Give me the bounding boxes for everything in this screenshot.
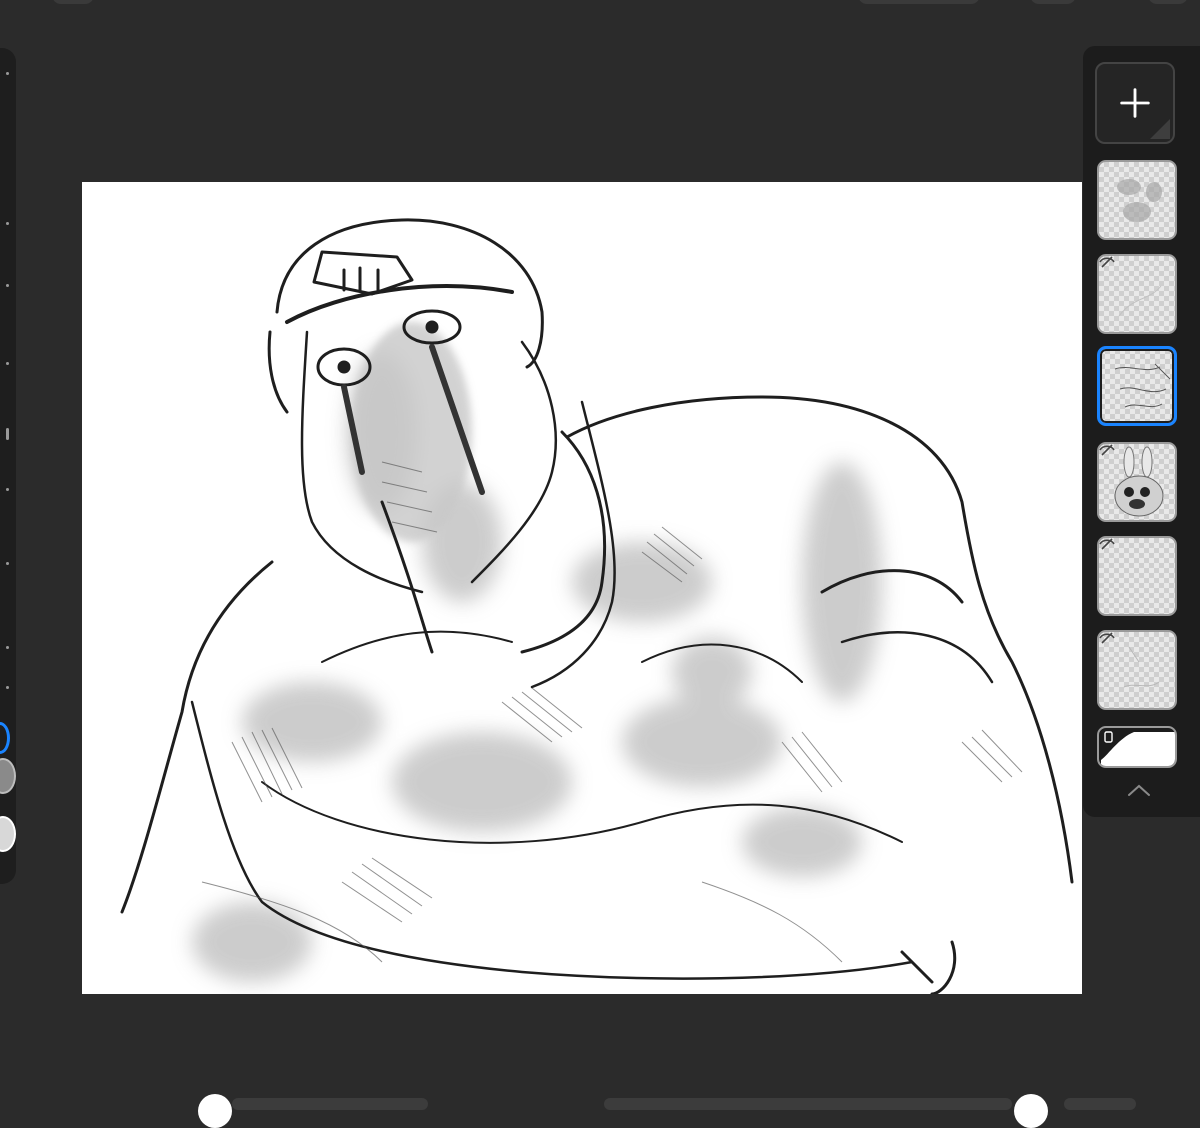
layer-preview-lines (1114, 363, 1171, 408)
bottom-slider-handle-right[interactable] (1014, 1094, 1048, 1128)
drawing-canvas[interactable] (82, 182, 1082, 994)
chevron-up-icon[interactable] (1127, 782, 1151, 798)
top-button-left[interactable] (52, 0, 94, 4)
sketch-artwork (120, 218, 1074, 994)
layer-preview-shading (1117, 179, 1162, 222)
top-button-center[interactable] (858, 0, 980, 4)
layers-panel (1083, 46, 1200, 817)
top-button-far-right[interactable] (1148, 0, 1188, 4)
brush-size-tick (6, 284, 9, 287)
layer-thumbnail[interactable] (1097, 630, 1177, 710)
top-button-right[interactable] (1030, 0, 1076, 4)
brush-size-slider-handle[interactable] (6, 428, 9, 440)
background-layer[interactable] (1097, 726, 1177, 768)
opacity-tick (6, 562, 9, 565)
layer-thumbnail[interactable] (1097, 254, 1177, 334)
add-layer-button[interactable] (1095, 62, 1175, 144)
top-toolbar (0, 0, 1200, 10)
bottom-bar-left (232, 1098, 428, 1110)
layer-thumbnail[interactable] (1097, 442, 1177, 522)
bottom-bar-center (604, 1098, 1012, 1110)
hidden-eye-icon[interactable] (1099, 444, 1115, 456)
hidden-eye-icon[interactable] (1099, 538, 1115, 550)
opacity-tick (6, 646, 9, 649)
opacity-tick (6, 686, 9, 689)
brush-size-tick (6, 222, 9, 225)
brush-size-tick (6, 72, 9, 75)
opacity-tick (6, 488, 9, 491)
background-layer-preview (1101, 731, 1175, 766)
hidden-eye-icon[interactable] (1099, 632, 1115, 644)
hidden-eye-icon[interactable] (1099, 256, 1115, 268)
layer-thumbnail[interactable] (1097, 536, 1177, 616)
bottom-bar-right (1064, 1098, 1136, 1110)
layer-thumbnail[interactable] (1097, 160, 1177, 240)
bottom-slider-handle-left[interactable] (198, 1094, 232, 1128)
brush-size-tick (6, 362, 9, 365)
phone-icon (1104, 731, 1113, 743)
layer-thumbnail-selected[interactable] (1097, 346, 1177, 426)
add-layer-corner-triangle (1150, 119, 1170, 139)
